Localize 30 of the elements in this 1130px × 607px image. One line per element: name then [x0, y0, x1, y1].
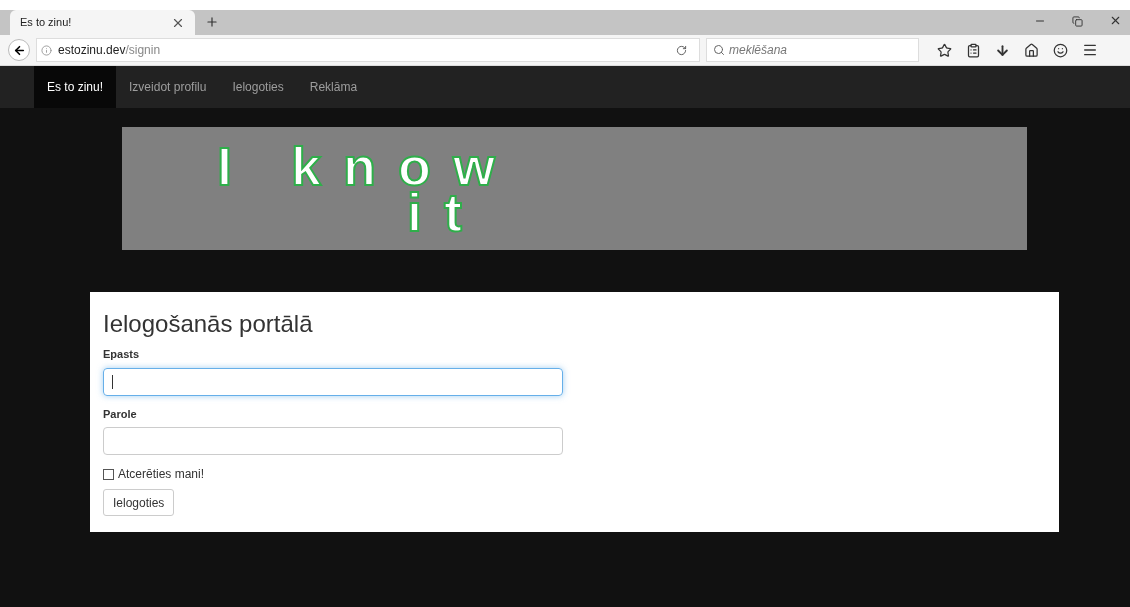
address-bar[interactable]: estozinu.dev/signin [36, 38, 700, 62]
info-icon [41, 44, 52, 56]
input-field[interactable] [103, 367, 563, 396]
reload-icon[interactable] [676, 44, 687, 56]
close-icon[interactable] [1109, 14, 1122, 27]
download-icon[interactable] [995, 42, 1010, 58]
star-icon[interactable] [937, 42, 952, 58]
nav-link[interactable]: Reklāma [296, 66, 371, 108]
checkbox-label: Atcerēties mani! [118, 466, 205, 483]
form-title: Ielogošanās portālā [103, 312, 314, 336]
input-field[interactable] [103, 427, 563, 455]
field-label: Parole [103, 406, 138, 422]
nav-link[interactable]: Ielogoties [219, 66, 297, 108]
menu-icon[interactable] [1082, 42, 1098, 58]
checkbox[interactable] [103, 468, 114, 480]
restore-icon[interactable] [1072, 16, 1083, 27]
nav-link[interactable]: Izveidot profilu [116, 66, 220, 108]
text-cursor [112, 374, 113, 389]
search-icon [713, 44, 725, 56]
nav-link[interactable]: Es to zinu! [34, 66, 117, 108]
new-tab-icon[interactable] [205, 15, 219, 29]
field-label: Epasts [103, 347, 141, 362]
smiley-icon[interactable] [1053, 42, 1068, 58]
clipboard-icon[interactable] [966, 42, 981, 58]
back-arrow-icon [12, 43, 26, 57]
login-button[interactable]: Ielogoties [103, 489, 175, 516]
back-button[interactable] [8, 39, 30, 61]
home-icon[interactable] [1024, 42, 1039, 58]
browser-tab[interactable]: Es to zinu! [10, 10, 195, 35]
search-field[interactable]: meklēšana [706, 38, 919, 62]
